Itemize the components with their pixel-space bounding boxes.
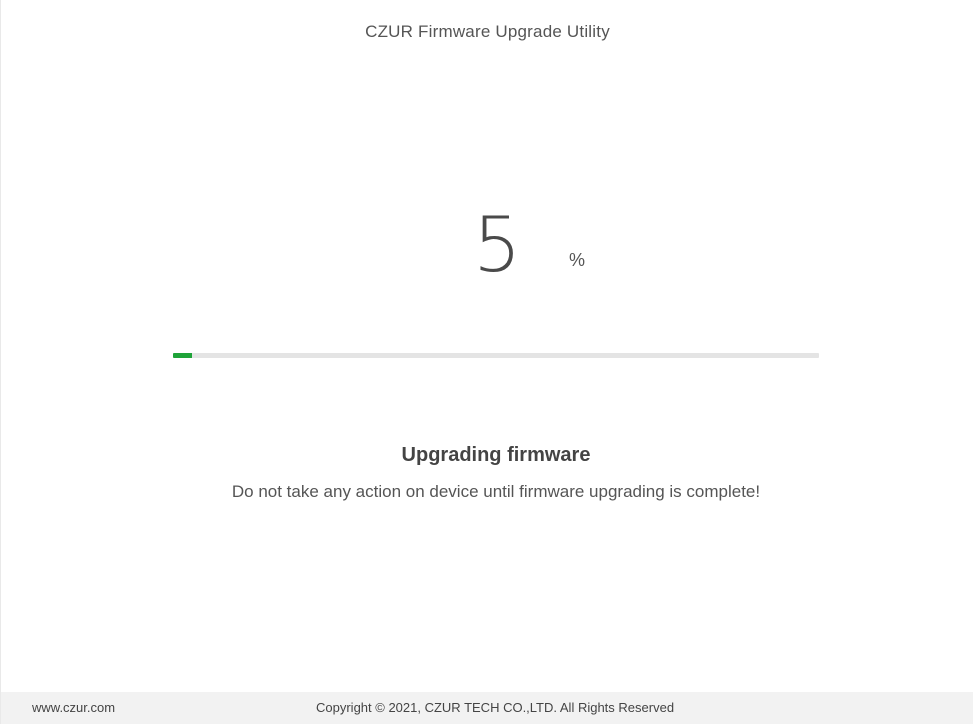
copyright-text: Copyright © 2021, CZUR TECH CO.,LTD. All… bbox=[316, 700, 675, 715]
progress-readout: 5 % bbox=[1, 200, 973, 290]
progress-percent-unit: % bbox=[569, 250, 586, 270]
progress-bar-fill bbox=[173, 353, 193, 358]
upgrade-window: CZUR Firmware Upgrade Utility 5 % Upgrad… bbox=[0, 0, 973, 724]
footer: www.czur.com Copyright © 2021, CZUR TECH… bbox=[1, 692, 973, 724]
app-title: CZUR Firmware Upgrade Utility bbox=[365, 22, 610, 41]
status-heading: Upgrading firmware bbox=[401, 444, 591, 466]
progress-bar bbox=[173, 353, 819, 358]
progress-percent-value: 5 bbox=[473, 200, 522, 289]
status-message: Do not take any action on device until f… bbox=[231, 482, 761, 501]
website-link[interactable]: www.czur.com bbox=[32, 700, 115, 715]
